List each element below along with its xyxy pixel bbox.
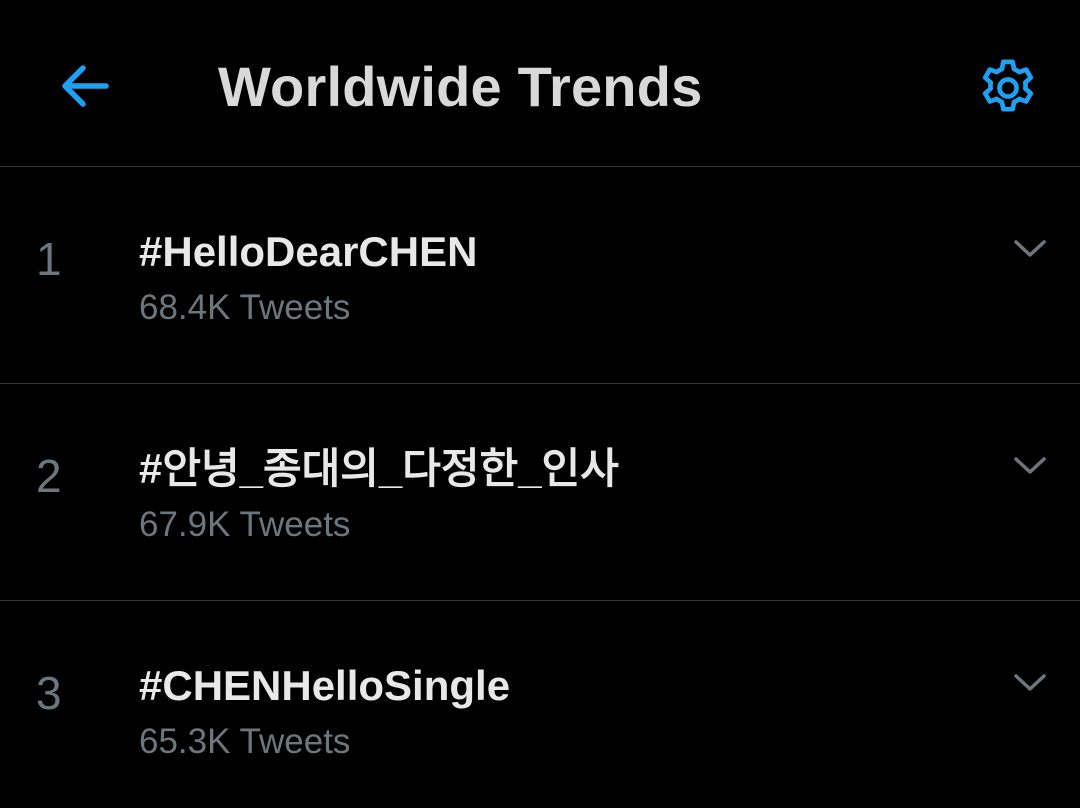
- chevron-down-icon: [1014, 240, 1046, 257]
- settings-button[interactable]: [970, 50, 1046, 126]
- trends-screen: Worldwide Trends 1 #HelloDearCHEN 68.4K …: [0, 0, 1080, 808]
- trend-name: #CHENHelloSingle: [139, 662, 511, 709]
- trend-name: #안녕_종대의_다정한_인사: [139, 445, 619, 492]
- chevron-down-icon: [1014, 674, 1046, 691]
- trend-rank: 1: [36, 233, 62, 285]
- back-button[interactable]: [52, 54, 116, 118]
- arrow-left-icon: [62, 65, 109, 107]
- trend-rank: 3: [36, 667, 62, 719]
- trend-name: #HelloDearCHEN: [139, 228, 478, 275]
- trend-menu-button[interactable]: [1008, 661, 1052, 705]
- trend-tweet-count: 67.9K Tweets: [139, 505, 351, 544]
- gear-icon: [982, 59, 1034, 112]
- trend-item[interactable]: 3 #CHENHelloSingle 65.3K Tweets: [0, 601, 1080, 808]
- trend-rank: 2: [36, 450, 62, 502]
- trend-menu-button[interactable]: [1008, 227, 1052, 271]
- trend-tweet-count: 65.3K Tweets: [139, 722, 351, 761]
- chevron-down-icon: [1014, 457, 1046, 474]
- trend-item[interactable]: 1 #HelloDearCHEN 68.4K Tweets: [0, 167, 1080, 384]
- page-title: Worldwide Trends: [218, 55, 703, 118]
- trend-menu-button[interactable]: [1008, 444, 1052, 488]
- top-bar: Worldwide Trends: [0, 0, 1080, 167]
- trend-tweet-count: 68.4K Tweets: [139, 288, 351, 327]
- trend-item[interactable]: 2 #안녕_종대의_다정한_인사 67.9K Tweets: [0, 384, 1080, 601]
